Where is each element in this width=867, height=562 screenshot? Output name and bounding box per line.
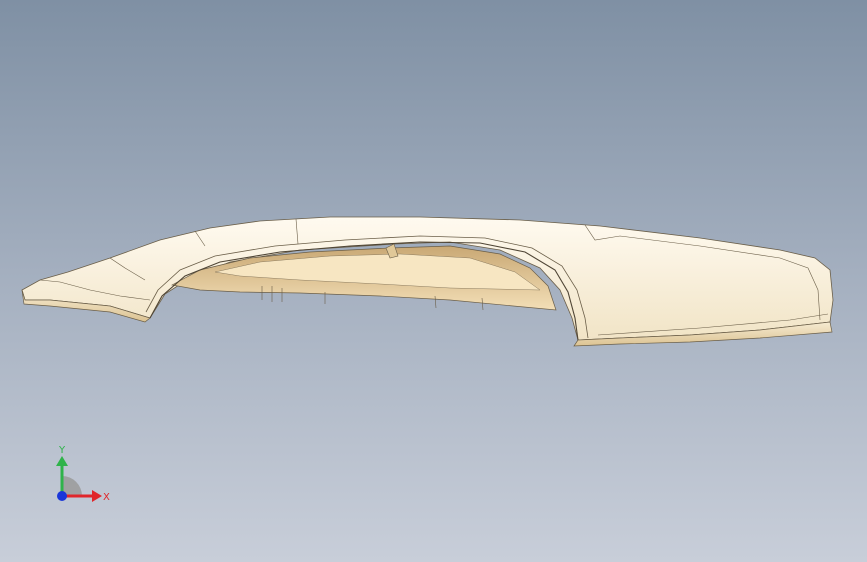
y-axis-head-icon: [56, 456, 68, 466]
z-axis-icon: [57, 491, 67, 501]
x-axis-head-icon: [92, 490, 102, 502]
cad-model-view[interactable]: [0, 0, 867, 562]
y-axis-label: Y: [58, 445, 66, 456]
graphics-viewport[interactable]: Y X: [0, 0, 867, 562]
x-axis-label: X: [103, 492, 110, 503]
coordinate-triad: Y X: [56, 445, 110, 503]
